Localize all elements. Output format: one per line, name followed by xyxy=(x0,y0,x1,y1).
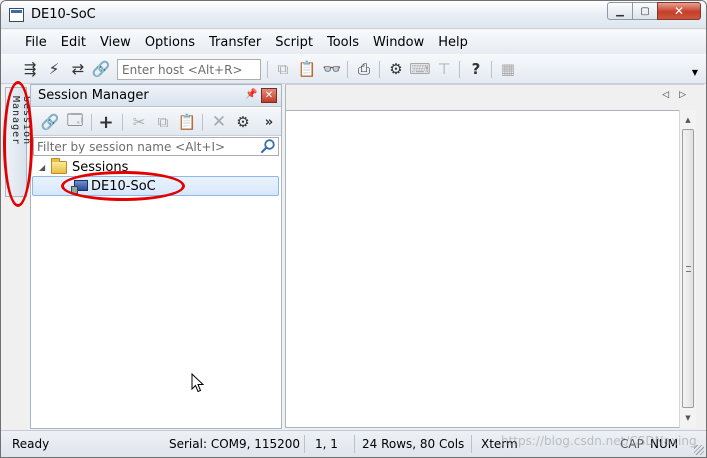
window-controls: ▁ ▢ ✕ xyxy=(607,2,701,20)
connect-in-tab-icon[interactable]: 🗔 xyxy=(66,111,84,131)
status-cursor-position: 1, 1 xyxy=(315,437,338,451)
session-filter-input[interactable] xyxy=(34,138,260,155)
toolbar-separator xyxy=(91,114,92,131)
status-separator xyxy=(304,435,305,453)
menu-script[interactable]: Script xyxy=(268,35,320,50)
mouse-pointer-icon xyxy=(191,373,205,393)
minimize-icon: ▁ xyxy=(616,5,624,17)
close-button[interactable]: ✕ xyxy=(657,2,701,20)
title-bar: DE10-SoC ▁ ▢ ✕ xyxy=(1,1,706,29)
copy-icon[interactable]: ⧉ xyxy=(154,113,172,131)
maximize-icon: ▢ xyxy=(640,5,650,17)
menu-options[interactable]: Options xyxy=(138,35,202,50)
toolbar-separator xyxy=(267,61,268,78)
properties-gear-icon[interactable]: ⚙ xyxy=(234,113,252,131)
search-icon[interactable] xyxy=(260,138,276,154)
add-session-icon[interactable]: + xyxy=(97,112,115,133)
app-icon[interactable] xyxy=(9,8,24,22)
menu-tools[interactable]: Tools xyxy=(320,35,366,50)
minimize-button[interactable]: ▁ xyxy=(607,2,633,20)
session-manager-header: Session Manager 📌 ✕ xyxy=(31,85,281,107)
status-terminal-size: 24 Rows, 80 Cols xyxy=(362,437,465,451)
session-manager-title: Session Manager xyxy=(38,88,149,103)
menu-bar: File Edit View Options Transfer Script T… xyxy=(1,30,706,54)
collapse-arrow-icon[interactable]: ◢ xyxy=(39,163,51,172)
toolbar-overflow-icon[interactable]: ▼ xyxy=(692,68,698,77)
close-icon: ✕ xyxy=(264,90,274,101)
link-icon[interactable]: 🔗 xyxy=(41,113,60,131)
paste-icon[interactable]: 📋 xyxy=(178,113,197,131)
scroll-down-icon[interactable]: ▼ xyxy=(680,410,696,426)
securecrt-window: DE10-SoC ▁ ▢ ✕ File Edit View Options Tr… xyxy=(0,0,707,458)
window-title: DE10-SoC xyxy=(31,7,96,22)
status-separator xyxy=(471,435,472,453)
menu-file[interactable]: File xyxy=(18,35,54,50)
terminal-scrollbar[interactable]: ▲ ▼ xyxy=(679,110,696,428)
copy-icon[interactable]: ⧉ xyxy=(274,60,292,78)
help-icon[interactable]: ? xyxy=(467,60,485,78)
paste-icon[interactable]: 📋 xyxy=(298,60,317,78)
sftp-icon[interactable]: ⊤ xyxy=(435,60,453,78)
print-icon[interactable]: ⎙ xyxy=(355,60,373,78)
menu-edit[interactable]: Edit xyxy=(54,35,93,50)
annotation-circle-side-tab xyxy=(3,81,33,207)
main-toolbar: ⇶ ⚡ ⇄ 🔗 ⧉ 📋 👓 ⎙ ⚙ ⌨ ⊤ ? ▦ ▼ xyxy=(1,54,706,84)
terminal-area[interactable] xyxy=(285,110,679,428)
menu-window[interactable]: Window xyxy=(366,35,431,50)
settings-gear-icon[interactable]: ⚙ xyxy=(387,60,405,78)
annotation-circle-session xyxy=(61,171,185,201)
close-icon: ✕ xyxy=(673,4,685,18)
filter-box xyxy=(33,137,279,156)
connect-icon[interactable]: ⇶ xyxy=(21,60,39,78)
scroll-up-icon[interactable]: ▲ xyxy=(680,112,696,128)
menu-transfer[interactable]: Transfer xyxy=(202,35,268,50)
toolbar-separator xyxy=(379,61,380,78)
scrollbar-thumb[interactable] xyxy=(682,129,694,408)
toolbar-separator xyxy=(122,114,123,131)
status-serial: Serial: COM9, 115200 xyxy=(169,437,301,451)
scrollbar-grip-icon xyxy=(686,266,691,272)
status-ready: Ready xyxy=(12,437,50,451)
tab-scroll-arrows-icon[interactable]: ◁▷ xyxy=(662,90,696,100)
toolbar-separator xyxy=(459,61,460,78)
toolbar-separator xyxy=(202,114,203,131)
host-input[interactable] xyxy=(117,59,261,80)
maximize-button[interactable]: ▢ xyxy=(632,2,658,20)
panel-close-button[interactable]: ✕ xyxy=(261,88,277,103)
reconnect-icon[interactable]: 🔗 xyxy=(92,60,111,78)
toolbar-separator xyxy=(347,61,348,78)
find-icon[interactable]: 👓 xyxy=(323,60,342,78)
terminal-tab-bar: ◁▷ xyxy=(285,84,704,110)
connect-in-tab-icon[interactable]: ⇄ xyxy=(69,60,87,78)
session-manager-toolbar: 🔗 🗔 + ✂ ⧉ 📋 ✕ ⚙ » xyxy=(31,108,281,136)
keymap-icon[interactable]: ⌨ xyxy=(409,60,431,78)
pin-icon[interactable]: 📌 xyxy=(245,89,257,100)
status-separator xyxy=(354,435,355,453)
quick-connect-icon[interactable]: ⚡ xyxy=(45,60,63,78)
delete-icon[interactable]: ✕ xyxy=(210,112,228,132)
more-options-icon[interactable]: » xyxy=(260,113,278,131)
menu-help[interactable]: Help xyxy=(431,35,475,50)
log-session-icon[interactable]: ▦ xyxy=(499,60,517,78)
folder-icon xyxy=(51,157,67,174)
cut-icon[interactable]: ✂ xyxy=(130,113,148,131)
watermark-text: https://blog.csdn.net/CSDNaxing xyxy=(501,434,697,448)
session-manager-panel: Session Manager 📌 ✕ 🔗 🗔 + ✂ ⧉ 📋 ✕ ⚙ » Fi… xyxy=(30,84,282,429)
menu-view[interactable]: View xyxy=(93,35,138,50)
toolbar-separator xyxy=(491,61,492,78)
